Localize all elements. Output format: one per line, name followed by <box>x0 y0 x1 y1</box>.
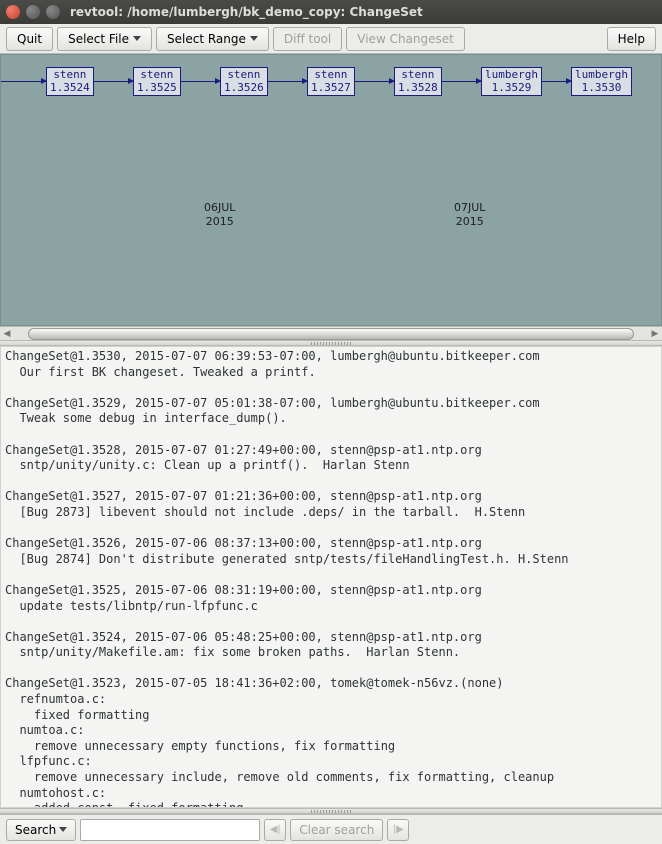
graph-node[interactable]: stenn 1.3525 <box>133 67 181 96</box>
graph-arrow <box>541 81 571 82</box>
close-icon[interactable] <box>6 5 20 19</box>
graph-node[interactable]: stenn 1.3527 <box>307 67 355 96</box>
graph-arrow <box>440 81 481 82</box>
graph-date-label: 07JUL 2015 <box>454 201 485 230</box>
search-next-icon[interactable]: |▶ <box>387 819 409 841</box>
diff-tool-button[interactable]: Diff tool <box>273 27 342 51</box>
chevron-down-icon <box>133 36 141 41</box>
graph-node[interactable]: stenn 1.3528 <box>394 67 442 96</box>
scroll-right-icon[interactable]: ▶ <box>648 328 662 340</box>
chevron-down-icon <box>250 36 258 41</box>
graph-scrollbar[interactable]: ◀ ▶ <box>0 326 662 340</box>
graph-node[interactable]: lumbergh 1.3530 <box>571 67 632 96</box>
maximize-icon[interactable] <box>46 5 60 19</box>
search-prev-icon[interactable]: ◀| <box>264 819 286 841</box>
search-bar: Search ◀| Clear search |▶ <box>0 814 662 844</box>
graph-node[interactable]: stenn 1.3524 <box>46 67 94 96</box>
scroll-thumb[interactable] <box>28 328 634 340</box>
graph-arrow <box>353 81 394 82</box>
scroll-left-icon[interactable]: ◀ <box>0 328 14 340</box>
clear-search-button[interactable]: Clear search <box>290 819 383 841</box>
quit-button[interactable]: Quit <box>6 27 53 51</box>
graph-arrow <box>92 81 133 82</box>
select-file-button[interactable]: Select File <box>57 27 152 51</box>
graph-arrow <box>179 81 220 82</box>
revision-graph[interactable]: stenn 1.3524 stenn 1.3525 stenn 1.3526 sten… <box>0 54 662 326</box>
graph-date-label: 06JUL 2015 <box>204 201 235 230</box>
titlebar: revtool: /home/lumbergh/bk_demo_copy: Ch… <box>0 0 662 24</box>
graph-arrow <box>266 81 307 82</box>
changeset-log[interactable]: ChangeSet@1.3530, 2015-07-07 06:39:53-07… <box>0 346 662 808</box>
toolbar: Quit Select File Select Range Diff tool … <box>0 24 662 54</box>
view-changeset-button[interactable]: View Changeset <box>346 27 465 51</box>
window-title: revtool: /home/lumbergh/bk_demo_copy: Ch… <box>70 5 423 19</box>
search-button[interactable]: Search <box>6 819 76 841</box>
graph-node[interactable]: stenn 1.3526 <box>220 67 268 96</box>
chevron-down-icon <box>59 827 67 832</box>
graph-arrow <box>1 81 46 82</box>
graph-node[interactable]: lumbergh 1.3529 <box>481 67 542 96</box>
minimize-icon[interactable] <box>26 5 40 19</box>
search-input[interactable] <box>80 819 260 841</box>
select-range-button[interactable]: Select Range <box>156 27 269 51</box>
help-button[interactable]: Help <box>607 27 656 51</box>
graph-panel: stenn 1.3524 stenn 1.3525 stenn 1.3526 sten… <box>0 54 662 340</box>
